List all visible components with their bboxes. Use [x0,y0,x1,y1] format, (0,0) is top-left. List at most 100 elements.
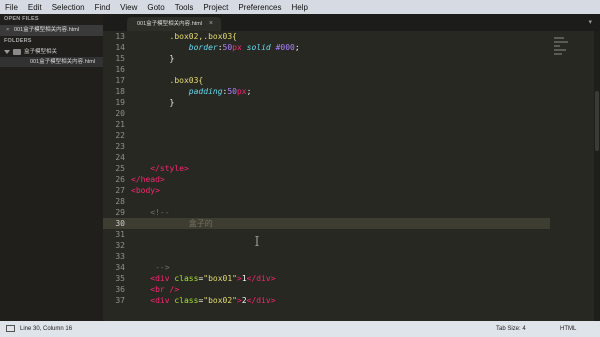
code-text: <!-- [131,208,170,217]
line-number: 35 [115,274,125,283]
line-number: 28 [115,197,125,206]
code-text: <div class="box02">2</div> [150,296,276,305]
code-text: .box02,.box03{ [131,32,237,41]
text-cursor-icon [255,236,259,246]
code-line: 15 } [103,53,550,64]
line-number: 23 [115,142,125,151]
line-number: 14 [115,43,125,52]
code-line: 22 [103,130,550,141]
open-files-heading: OPEN FILES [4,16,39,22]
code-line: 14 border:50px solid #000; [103,42,550,53]
expand-arrow-icon[interactable] [4,49,10,54]
menu-preferences[interactable]: Preferences [233,3,286,12]
menu-file[interactable]: File [0,3,23,12]
tab-file[interactable]: 001盒子模型相关内容.html × [127,17,221,31]
line-number: 21 [115,120,125,129]
code-line: 18 padding:50px; [103,86,550,97]
code-text: </style> [131,164,189,173]
code-line: 33 [103,251,550,262]
code-text: <br /> [131,285,180,294]
code-line: 37 <div class="box02">2</div> [103,295,550,306]
vertical-scrollbar[interactable] [594,31,600,321]
menu-project[interactable]: Project [198,3,233,12]
tab-dropdown-icon[interactable]: ▾ [588,18,592,26]
line-number: 32 [115,241,125,250]
code-line: 27 <body> [103,185,550,196]
line-number: 29 [115,208,125,217]
code-text: border:50px solid #000; [188,43,300,52]
code-line: 16 [103,64,550,75]
tab-label: 001盒子模型相关内容.html [137,21,203,27]
code-text: } [131,98,175,107]
folder-label: 盒子模型相关 [24,49,58,55]
line-number: 16 [115,65,125,74]
line-number: 22 [115,131,125,140]
menu-help[interactable]: Help [286,3,312,12]
line-number: 30 [115,219,125,228]
menu-tools[interactable]: Tools [170,3,199,12]
minimap[interactable] [554,35,570,75]
menu-goto[interactable]: Goto [142,3,169,12]
scrollbar-thumb[interactable] [595,91,599,151]
line-number: 25 [115,164,125,173]
line-number: 26 [115,175,125,184]
sidebar: OPEN FILES × 001盒子模型相关内容.html FOLDERS 盒子模… [0,14,103,321]
console-icon[interactable] [6,324,15,332]
open-file-label: 001盒子模型相关内容.html [14,27,80,33]
line-number: 33 [115,252,125,261]
line-number: 36 [115,285,125,294]
code-line-current: 30 盒子的 [103,218,550,229]
code-text: <div class="box01">1</div> [150,274,276,283]
code-line: 35 <div class="box01">1</div> [103,273,550,284]
code-line: 34 --> [103,262,550,273]
line-number: 37 [115,296,125,305]
code-text: <body> [131,186,160,195]
code-line: 29 <!-- [103,207,550,218]
folder-file-item[interactable]: 001盒子模型相关内容.html [0,57,103,67]
code-text: 盒子的 [131,219,213,228]
menu-find[interactable]: Find [90,3,116,12]
folder-icon [13,48,21,55]
code-text: .box03{ [131,76,204,85]
code-line: 23 [103,141,550,152]
code-editor[interactable]: 13 .box02,.box03{ 14 border:50px solid #… [103,31,600,321]
code-line: 36 <br /> [103,284,550,295]
code-line: 28 [103,196,550,207]
line-number: 27 [115,186,125,195]
code-line: 31 [103,229,550,240]
code-line: 25 </style> [103,163,550,174]
code-text: --> [131,263,170,272]
menu-edit[interactable]: Edit [23,3,47,12]
code-line: 26 </head> [103,174,550,185]
code-line: 13 .box02,.box03{ [103,31,550,42]
tab-size-indicator[interactable]: Tab Size: 4 [496,321,526,337]
line-number: 24 [115,153,125,162]
code-line: 32 [103,240,550,251]
line-number: 34 [115,263,125,272]
open-file-item[interactable]: × 001盒子模型相关内容.html [0,25,103,36]
code-text: </head> [131,175,165,184]
menu-view[interactable]: View [115,3,142,12]
code-line: 17 .box03{ [103,75,550,86]
line-number: 20 [115,109,125,118]
code-line: 24 [103,152,550,163]
line-number: 13 [115,32,125,41]
line-number: 18 [115,87,125,96]
tab-close-icon[interactable]: × [209,17,213,31]
folder-item[interactable]: 盒子模型相关 [0,47,103,57]
close-icon[interactable]: × [6,25,14,36]
code-text: padding:50px; [188,87,252,96]
code-line: 20 [103,108,550,119]
code-line: 21 [103,119,550,130]
syntax-indicator[interactable]: HTML [560,321,576,337]
line-number: 15 [115,54,125,63]
status-bar: Line 30, Column 16 Tab Size: 4 HTML [0,321,600,337]
folders-heading: FOLDERS [4,38,32,44]
code-line: 19 } [103,97,550,108]
line-number: 31 [115,230,125,239]
menu-selection[interactable]: Selection [47,3,90,12]
line-number: 19 [115,98,125,107]
tab-bar: 001盒子模型相关内容.html × ▾ [103,14,600,31]
code-text: } [131,54,175,63]
cursor-position: Line 30, Column 16 [6,321,72,337]
